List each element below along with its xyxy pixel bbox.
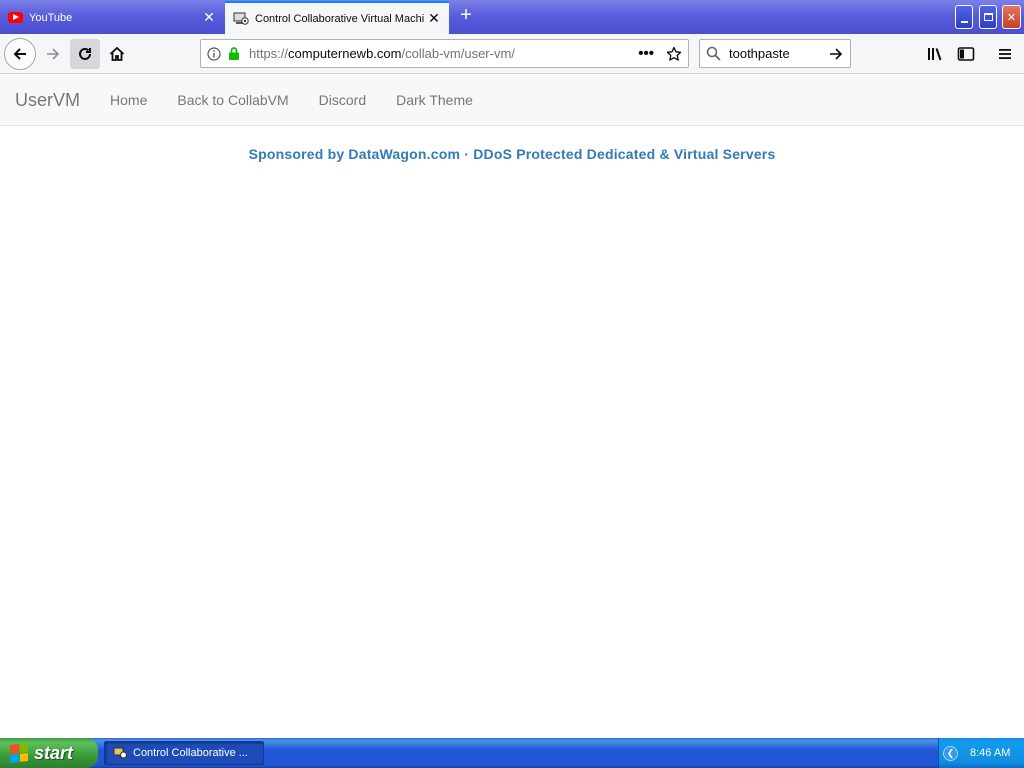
collabvm-favicon-icon <box>233 12 249 25</box>
nav-link-discord[interactable]: Discord <box>319 92 366 108</box>
youtube-favicon-icon <box>8 12 23 23</box>
collabvm-app-icon <box>113 747 127 759</box>
tab-collabvm[interactable]: Control Collaborative Virtual Machi ✕ <box>225 1 449 34</box>
restore-button[interactable] <box>979 5 997 29</box>
title-bar: YouTube ✕ Control Collaborative Virtual … <box>0 0 1024 34</box>
close-tab-icon[interactable]: ✕ <box>202 9 216 25</box>
windows-logo-icon <box>10 743 28 763</box>
back-arrow-icon <box>13 48 26 60</box>
show-hidden-icons-icon[interactable]: ❮ <box>943 745 958 761</box>
url-prefix: https:// <box>249 46 289 61</box>
system-tray: ❮ 8:46 AM <box>938 738 1024 768</box>
start-button[interactable]: start <box>0 738 98 768</box>
search-icon <box>706 46 721 61</box>
minimize-button[interactable] <box>955 5 973 29</box>
library-button[interactable] <box>920 39 950 69</box>
new-tab-button[interactable]: + <box>455 4 477 28</box>
info-icon[interactable] <box>207 46 221 61</box>
menu-button[interactable] <box>990 39 1020 69</box>
tab-title: YouTube <box>29 11 73 24</box>
reload-icon <box>79 47 91 60</box>
search-input[interactable]: toothpaste <box>729 46 828 61</box>
close-icon: ✕ <box>1006 11 1017 24</box>
home-icon <box>109 46 125 61</box>
start-label: start <box>34 742 74 763</box>
search-bar[interactable]: toothpaste <box>699 39 851 68</box>
taskbar: start Control Collaborative ... ❮ 8:46 A… <box>0 738 1024 768</box>
reload-button[interactable] <box>70 39 100 69</box>
site-navbar: UserVM Home Back to CollabVM Discord Dar… <box>0 75 1024 126</box>
page-actions-icon[interactable]: ••• <box>638 45 654 62</box>
nav-link-back-to-collabvm[interactable]: Back to CollabVM <box>177 92 288 108</box>
close-window-button[interactable]: ✕ <box>1002 5 1021 29</box>
forward-button[interactable] <box>38 39 68 69</box>
url-text[interactable]: https://computernewb.com/collab-vm/user-… <box>249 46 638 61</box>
taskbar-item-label: Control Collaborative ... <box>133 747 248 759</box>
forward-arrow-icon <box>47 48 60 60</box>
brand-link[interactable]: UserVM <box>15 90 80 111</box>
lock-icon[interactable] <box>227 46 241 61</box>
bookmark-star-icon[interactable] <box>666 46 682 62</box>
sponsor-link[interactable]: Sponsored by DataWagon.com · DDoS Protec… <box>0 146 1024 162</box>
close-tab-icon[interactable]: ✕ <box>427 10 441 26</box>
browser-toolbar: https://computernewb.com/collab-vm/user-… <box>0 34 1024 74</box>
library-icon <box>928 48 942 61</box>
restore-icon <box>983 13 993 21</box>
tab-title: Control Collaborative Virtual Machi <box>255 12 425 25</box>
url-domain: computernewb.com <box>288 46 402 61</box>
back-button[interactable] <box>4 38 36 70</box>
address-bar[interactable]: https://computernewb.com/collab-vm/user-… <box>200 39 689 68</box>
tab-youtube[interactable]: YouTube ✕ <box>0 2 224 33</box>
search-go-icon[interactable] <box>828 46 844 62</box>
url-path: /collab-vm/user-vm/ <box>401 46 515 61</box>
taskbar-item-firefox[interactable]: Control Collaborative ... <box>104 741 264 765</box>
sidebar-icon <box>957 47 975 61</box>
minimize-icon <box>960 20 968 23</box>
hamburger-menu-icon <box>999 49 1011 59</box>
sidebar-button[interactable] <box>951 39 981 69</box>
clock[interactable]: 8:46 AM <box>970 747 1010 759</box>
nav-link-dark-theme[interactable]: Dark Theme <box>396 92 473 108</box>
nav-link-home[interactable]: Home <box>110 92 147 108</box>
home-button[interactable] <box>102 39 132 69</box>
